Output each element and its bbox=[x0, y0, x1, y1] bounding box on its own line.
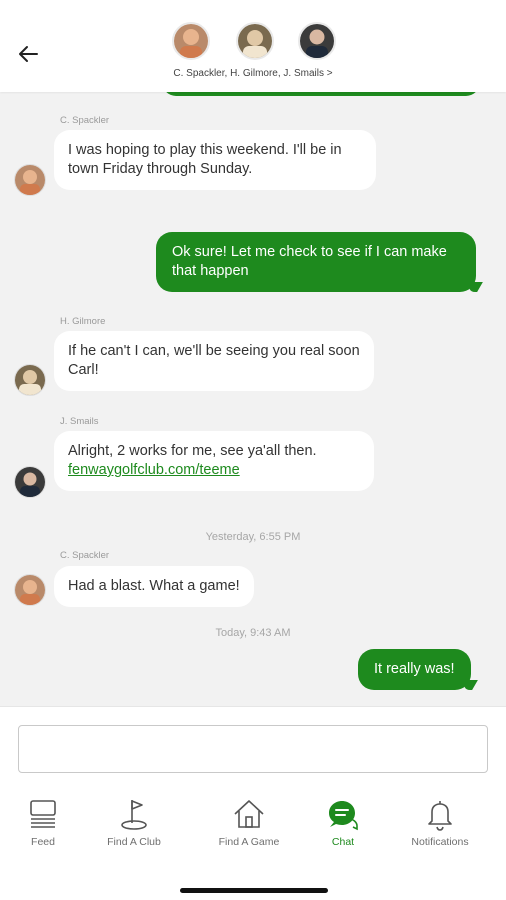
flag-icon bbox=[121, 800, 147, 830]
message-input[interactable] bbox=[18, 725, 488, 773]
nav-item-chat[interactable]: Chat bbox=[298, 796, 388, 848]
chat-icon bbox=[329, 801, 358, 831]
message-link[interactable]: fenwaygolfclub.com/teeme bbox=[68, 461, 360, 480]
message-bubble-incoming: Had a blast. What a game! bbox=[54, 566, 254, 607]
participant-avatars[interactable] bbox=[172, 22, 338, 62]
message-bubble-incoming: If he can't I can, we'll be seeing you r… bbox=[54, 331, 374, 391]
home-indicator[interactable] bbox=[180, 888, 328, 893]
nav-item-find-a-club[interactable]: Find A Club bbox=[89, 796, 179, 848]
nav-item-find-a-game[interactable]: Find A Game bbox=[204, 796, 294, 848]
bell-icon bbox=[428, 801, 452, 831]
avatar bbox=[298, 22, 336, 60]
bottom-nav: Feed Find A Club Find A Game Chat Notifi… bbox=[0, 786, 506, 900]
avatar bbox=[14, 574, 46, 606]
timestamp: Yesterday, 6:55 PM bbox=[205, 531, 301, 543]
nav-label: Notifications bbox=[411, 836, 469, 848]
chat-header: C. Spackler, H. Gilmore, J. Smails > bbox=[0, 0, 506, 92]
sender-name: C. Spackler bbox=[60, 115, 110, 126]
message-composer bbox=[0, 706, 506, 787]
sender-name: J. Smails bbox=[60, 416, 99, 427]
nav-label: Find A Club bbox=[107, 836, 161, 848]
message-bubble-incoming: Alright, 2 works for me, see ya'all then… bbox=[54, 431, 374, 491]
avatar bbox=[14, 466, 46, 498]
home-icon bbox=[234, 800, 264, 828]
sender-name: C. Spackler bbox=[60, 550, 110, 561]
message-text: Alright, 2 works for me, see ya'all then… bbox=[68, 443, 317, 459]
message-bubble-outgoing: Ok sure! Let me check to see if I can ma… bbox=[156, 232, 476, 292]
nav-label: Chat bbox=[331, 836, 355, 848]
nav-label: Feed bbox=[31, 836, 55, 848]
chat-thread: C. Spackler I was hoping to play this we… bbox=[0, 92, 506, 706]
back-button[interactable] bbox=[14, 40, 42, 68]
avatar bbox=[236, 22, 274, 60]
avatar bbox=[14, 364, 46, 396]
sender-name: H. Gilmore bbox=[60, 316, 106, 327]
arrow-left-icon bbox=[19, 46, 38, 62]
nav-item-notifications[interactable]: Notifications bbox=[395, 796, 485, 848]
nav-item-feed[interactable]: Feed bbox=[0, 796, 88, 848]
message-bubble-outgoing: It really was! bbox=[358, 649, 471, 690]
nav-label: Find A Game bbox=[218, 836, 280, 848]
timestamp: Today, 9:43 AM bbox=[215, 627, 291, 639]
avatar bbox=[172, 22, 210, 60]
message-bubble-incoming: I was hoping to play this weekend. I'll … bbox=[54, 130, 376, 190]
feed-icon bbox=[30, 800, 56, 828]
participants-link[interactable]: C. Spackler, H. Gilmore, J. Smails > bbox=[0, 68, 506, 79]
avatar bbox=[14, 164, 46, 196]
